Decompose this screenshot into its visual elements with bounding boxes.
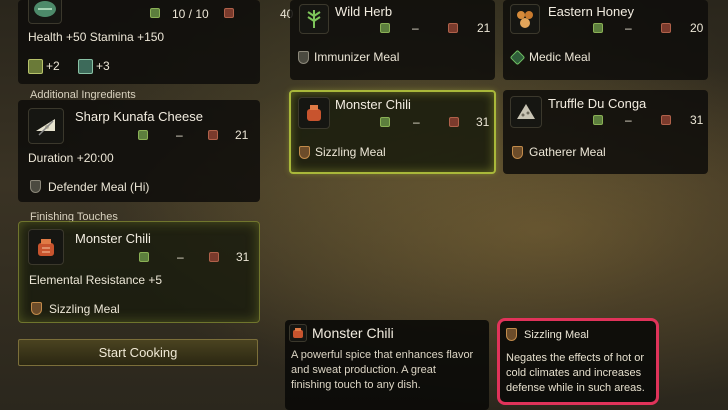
ingredient-name: Wild Herb: [335, 4, 393, 19]
herb-icon: [299, 4, 329, 34]
ingredient-value: 21: [477, 21, 491, 35]
bonus-a: +2: [46, 59, 60, 73]
effects-text: Health +50 Stamina +150: [28, 30, 165, 44]
ingredient-meal: Gatherer Meal: [529, 145, 606, 159]
quantity-icon: [380, 117, 390, 127]
ingredient-dash: –: [625, 113, 632, 127]
ingredient-dash: –: [413, 115, 420, 129]
ingredient-value: 20: [690, 21, 704, 35]
stock-icon: [208, 130, 218, 140]
bonus-b: +3: [96, 59, 110, 73]
ingredient-dash: –: [412, 21, 419, 35]
detail-description: A powerful spice that enhances flavor an…: [291, 349, 474, 391]
defender-meal-icon: [30, 180, 41, 193]
stock-icon: [448, 23, 458, 33]
top-ingredient-card[interactable]: 10 / 10 40 Health +50 Stamina +150 +2 +3: [18, 0, 293, 84]
ingredient-card-truffle[interactable]: Truffle Du Conga – 31 Gatherer Meal: [503, 90, 708, 174]
sizzling-meal-icon: [31, 302, 42, 315]
ingredient-dash: –: [625, 21, 632, 35]
stock-icon: [209, 252, 219, 262]
chili-icon: [28, 229, 64, 265]
truffle-icon: [510, 96, 542, 128]
bonus-icon-a: [28, 59, 43, 74]
ingredient-name: Monster Chili: [335, 97, 411, 112]
ingredient-name: Eastern Honey: [548, 4, 634, 19]
bonus-icon-b: [78, 59, 93, 74]
quantity-icon: [150, 8, 160, 18]
ingredient-meal: Sizzling Meal: [315, 145, 386, 159]
finishing-touch-dash: –: [177, 250, 184, 264]
additional-ingredient-meal: Defender Meal (Hi): [48, 180, 150, 194]
quantity-icon: [380, 23, 390, 33]
finishing-touch-card[interactable]: Monster Chili – 31 Elemental Resistance …: [18, 221, 260, 323]
immunizer-meal-icon: [298, 51, 309, 64]
ingredient-name: Truffle Du Conga: [548, 96, 647, 111]
ingredient-value: 31: [690, 113, 704, 127]
finishing-touch-name: Monster Chili: [75, 231, 151, 246]
honey-icon: [510, 4, 540, 34]
tooltip-highlight: [497, 318, 659, 405]
stock-icon: [449, 117, 459, 127]
ingredient-card-eastern-honey[interactable]: Eastern Honey – 20 Medic Meal: [503, 0, 708, 80]
additional-ingredient-value: 21: [235, 128, 249, 142]
additional-ingredient-effect: Duration +20:00: [28, 151, 114, 165]
gatherer-meal-icon: [512, 146, 523, 159]
additional-ingredient-name: Sharp Kunafa Cheese: [75, 109, 203, 124]
ingredient-meal: Immunizer Meal: [314, 50, 400, 64]
finishing-touch-meal: Sizzling Meal: [49, 302, 120, 316]
quantity-icon: [139, 252, 149, 262]
cheese-icon: [28, 108, 64, 144]
medic-meal-icon: [509, 49, 526, 66]
chili-icon: [289, 324, 307, 342]
stock-icon: [224, 8, 234, 18]
additional-ingredient-card[interactable]: Sharp Kunafa Cheese – 21 Duration +20:00…: [18, 100, 260, 202]
ingredient-card-monster-chili[interactable]: Monster Chili – 31 Sizzling Meal: [289, 90, 496, 174]
finishing-touch-value: 31: [236, 250, 250, 264]
chili-icon: [298, 97, 330, 129]
finishing-touch-effect: Elemental Resistance +5: [29, 273, 163, 287]
quantity-icon: [593, 23, 603, 33]
start-cooking-button[interactable]: Start Cooking: [18, 339, 258, 366]
stock-icon: [661, 23, 671, 33]
additional-ingredient-dash: –: [176, 128, 183, 142]
detail-name: Monster Chili: [312, 325, 394, 341]
quantity-icon: [593, 115, 603, 125]
ingredient-count: 10 / 10: [172, 7, 209, 21]
ingredient-card-wild-herb[interactable]: Wild Herb – 21 Immunizer Meal: [290, 0, 495, 80]
stock-icon: [661, 115, 671, 125]
ingredient-value: 31: [476, 115, 490, 129]
ingredient-meal: Medic Meal: [529, 50, 591, 64]
sizzling-meal-icon: [299, 146, 310, 159]
ingredient-icon: [28, 0, 62, 24]
quantity-icon: [138, 130, 148, 140]
ingredient-detail-panel: Monster Chili A powerful spice that enha…: [285, 320, 489, 410]
